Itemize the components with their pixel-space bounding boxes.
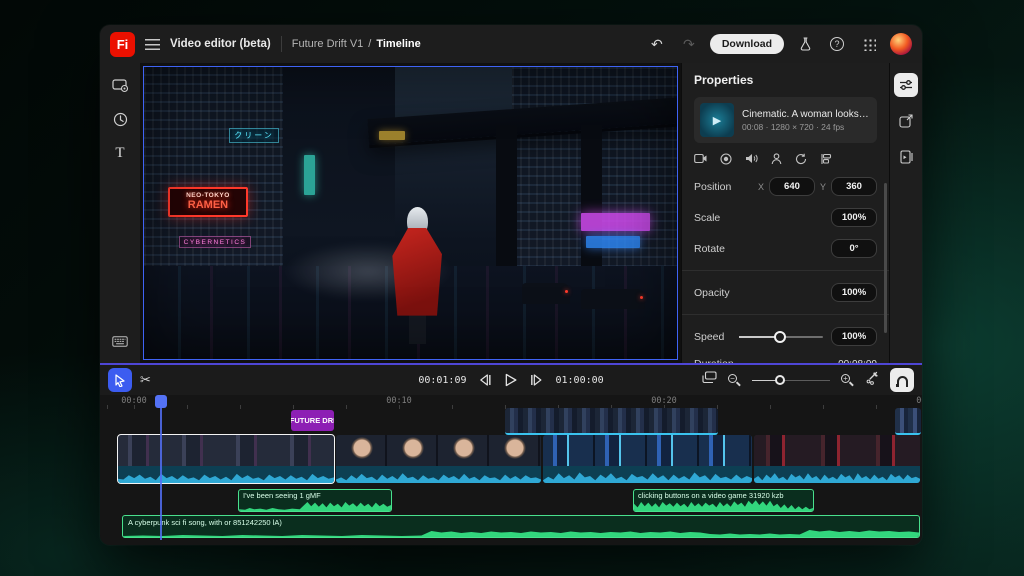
- camera-icon[interactable]: [694, 153, 707, 165]
- position-x-input[interactable]: 640: [769, 177, 815, 196]
- ruler-tick: 00:30: [916, 396, 922, 406]
- timeline-ruler[interactable]: 00:00 00:10 00:20 00:30: [100, 395, 922, 409]
- person-icon[interactable]: [771, 153, 782, 165]
- next-frame-icon[interactable]: [530, 374, 544, 386]
- download-button[interactable]: Download: [710, 34, 784, 54]
- preview-area: クリーン NEO-TOKYO RAMEN CYBERNETICS: [140, 63, 681, 363]
- clip-card[interactable]: ▶ Cinematic. A woman looks a... v.ffgenv…: [694, 97, 877, 143]
- export-share-icon[interactable]: [894, 109, 918, 133]
- redo-icon[interactable]: ↷: [678, 33, 700, 55]
- properties-scrollbar[interactable]: [884, 183, 887, 333]
- clip-name: Cinematic. A woman looks a... v.ffgenvid: [742, 109, 871, 120]
- left-toolbar: T: [100, 63, 140, 363]
- keyboard-shortcuts-icon[interactable]: [110, 331, 130, 351]
- main-area: T クリーン NEO-TOKYO: [100, 63, 922, 363]
- playhead-handle[interactable]: [155, 395, 167, 408]
- y-axis-label: Y: [820, 182, 826, 192]
- snap-magnet-icon[interactable]: [890, 368, 914, 392]
- topbar-divider: [281, 36, 282, 52]
- app-window: Fi Video editor (beta) Future Drift V1 /…: [100, 25, 922, 545]
- playhead-line[interactable]: [160, 396, 162, 540]
- transport-bar: ✂ 00:01:09 01:00:00 − +: [100, 363, 922, 395]
- apps-grid-icon[interactable]: [858, 33, 880, 55]
- opacity-input[interactable]: 100%: [831, 283, 877, 302]
- split-tool-icon[interactable]: ✂: [140, 372, 151, 388]
- breadcrumb-page: Timeline: [376, 38, 420, 50]
- flask-icon[interactable]: [794, 33, 816, 55]
- opacity-row: Opacity 100%: [694, 283, 877, 302]
- app-title: Video editor (beta): [170, 38, 271, 50]
- total-timecode: 01:00:00: [556, 375, 604, 386]
- breadcrumb-project[interactable]: Future Drift V1: [292, 38, 364, 50]
- playback-controls: 00:01:09 01:00:00: [418, 373, 603, 387]
- storyboard-icon[interactable]: [820, 153, 832, 165]
- clip-actions: [694, 153, 877, 165]
- record-icon[interactable]: [720, 153, 732, 165]
- undo-icon[interactable]: ↶: [646, 33, 668, 55]
- video-clip-3[interactable]: [543, 435, 752, 483]
- text-clip[interactable]: FUTURE DRI: [291, 410, 334, 431]
- zoom-in-icon[interactable]: +: [841, 374, 854, 387]
- speed-slider[interactable]: [739, 331, 823, 343]
- timeline-zoom-controls: − +: [702, 368, 914, 392]
- music-clip[interactable]: A cyberpunk sci fi song, with or 8512422…: [122, 515, 920, 538]
- video-clip-1[interactable]: [118, 435, 334, 483]
- scale-row: Scale 100%: [694, 208, 877, 227]
- current-timecode: 00:01:09: [418, 375, 466, 386]
- ruler-tick: 00:00: [121, 396, 147, 406]
- prev-frame-icon[interactable]: [479, 374, 493, 386]
- media-doc-icon[interactable]: [894, 145, 918, 169]
- help-icon[interactable]: ?: [826, 33, 848, 55]
- speed-input[interactable]: 100%: [831, 327, 877, 346]
- video-preview-canvas[interactable]: クリーン NEO-TOKYO RAMEN CYBERNETICS: [143, 66, 678, 360]
- properties-title: Properties: [694, 73, 877, 87]
- ruler-tick: 00:20: [651, 396, 677, 406]
- timeline-zoom-slider[interactable]: [752, 375, 830, 385]
- breadcrumb[interactable]: Future Drift V1 / Timeline: [292, 38, 421, 50]
- speed-label: Speed: [694, 331, 739, 343]
- firefly-logo[interactable]: Fi: [110, 32, 135, 57]
- rotate-input[interactable]: 0°: [831, 239, 877, 258]
- topbar: Fi Video editor (beta) Future Drift V1 /…: [100, 25, 922, 63]
- opacity-label: Opacity: [694, 287, 831, 299]
- video-clip-4[interactable]: [754, 435, 920, 483]
- scale-label: Scale: [694, 212, 831, 224]
- speed-row: Speed 100%: [694, 327, 877, 346]
- ruler-tick: 00:10: [386, 396, 412, 406]
- audio-clip-1[interactable]: I've been seeing 1 gMF: [238, 489, 392, 512]
- hamburger-menu-icon[interactable]: [145, 39, 160, 50]
- text-tool-icon[interactable]: T: [110, 143, 130, 163]
- position-y-input[interactable]: 360: [831, 177, 877, 196]
- history-clock-icon[interactable]: [110, 109, 130, 129]
- x-axis-label: X: [758, 182, 764, 192]
- media-icon[interactable]: [110, 75, 130, 95]
- select-tool-button[interactable]: [108, 368, 132, 392]
- properties-tab-icon[interactable]: [894, 73, 918, 97]
- refresh-icon[interactable]: [795, 153, 807, 165]
- zoom-out-icon[interactable]: −: [728, 374, 741, 387]
- scale-input[interactable]: 100%: [831, 208, 877, 227]
- right-toolbar: [889, 63, 922, 363]
- rotate-label: Rotate: [694, 243, 831, 255]
- position-label: Position: [694, 181, 753, 193]
- breadcrumb-separator: /: [368, 38, 371, 50]
- avatar[interactable]: [890, 33, 912, 55]
- overlay-video-clip[interactable]: [505, 408, 718, 435]
- razor-icon[interactable]: [865, 371, 879, 390]
- audio-clip-2[interactable]: clicking buttons on a video game 31920 k…: [633, 489, 814, 512]
- clip-thumbnail: ▶: [700, 103, 734, 137]
- rotate-row: Rotate 0°: [694, 239, 877, 258]
- timeline[interactable]: 00:00 00:10 00:20 00:30 FUTURE DRI: [100, 395, 922, 545]
- play-icon[interactable]: [505, 373, 518, 387]
- position-row: Position X 640 Y 360: [694, 177, 877, 196]
- video-frame: クリーン NEO-TOKYO RAMEN CYBERNETICS: [144, 67, 677, 359]
- clip-meta: 00:08 · 1280 × 720 · 24 fps: [742, 122, 871, 132]
- fit-timeline-icon[interactable]: [702, 371, 717, 389]
- overlay-video-clip-small[interactable]: [895, 408, 921, 435]
- properties-panel: Properties ▶ Cinematic. A woman looks a.…: [681, 63, 889, 363]
- speaker-icon[interactable]: [745, 153, 758, 165]
- video-clip-2[interactable]: [336, 435, 541, 483]
